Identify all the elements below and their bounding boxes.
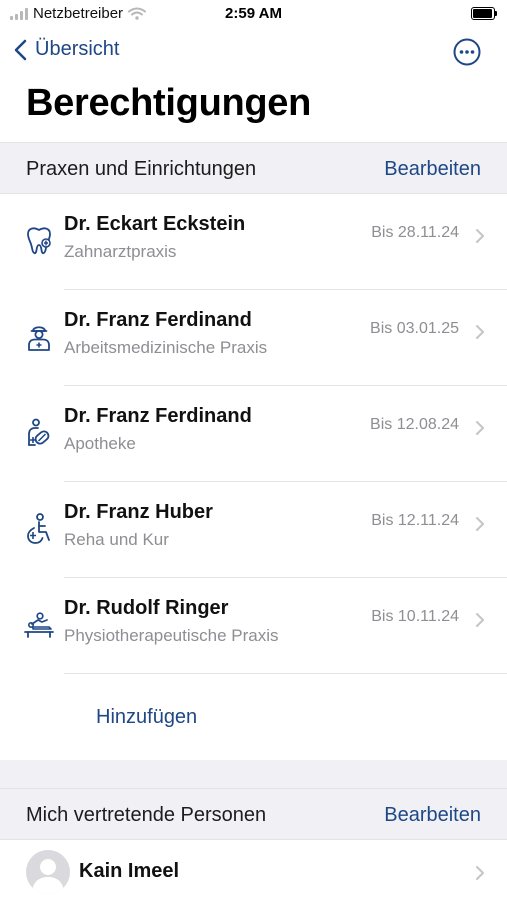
practice-name: Dr. Rudolf Ringer (64, 597, 229, 619)
practices-section-header: Praxen und Einrichtungen Bearbeiten (0, 142, 507, 194)
physiotherapy-icon (24, 612, 54, 638)
chevron-left-icon (14, 39, 27, 60)
occupational-doctor-icon (28, 326, 50, 351)
chevron-right-icon (476, 517, 484, 531)
add-practice-button[interactable]: Hinzufügen (96, 706, 197, 729)
practice-row[interactable]: Dr. Franz Ferdinand Apotheke Bis 12.08.2… (0, 386, 507, 482)
chevron-right-icon (476, 229, 484, 243)
chevron-right-icon (476, 325, 484, 339)
chevron-right-icon (476, 866, 484, 880)
page-title: Berechtigungen (26, 82, 312, 124)
chevron-right-icon (476, 421, 484, 435)
person-name: Kain Imeel (79, 860, 180, 882)
person-placeholder-icon (32, 859, 64, 894)
practices-list: Dr. Eckart Eckstein Zahnarztpraxis Bis 2… (0, 194, 507, 674)
row-divider (64, 673, 507, 674)
back-button[interactable]: Übersicht (14, 38, 119, 61)
practice-name: Dr. Franz Huber (64, 501, 213, 523)
avatar (26, 850, 70, 894)
practice-row[interactable]: Dr. Rudolf Ringer Physiotherapeutische P… (0, 578, 507, 674)
status-time: 2:59 AM (225, 5, 282, 22)
practices-edit-button[interactable]: Bearbeiten (384, 158, 481, 181)
practice-type: Zahnarztpraxis (64, 242, 177, 261)
practice-valid-until: Bis 12.11.24 (371, 512, 459, 529)
practice-name: Dr. Eckart Eckstein (64, 213, 246, 235)
ellipsis-circle-icon[interactable] (453, 38, 481, 66)
practice-valid-until: Bis 12.08.24 (370, 416, 459, 433)
chevron-right-icon (476, 613, 484, 627)
back-label: Übersicht (35, 38, 120, 60)
battery-icon (471, 7, 497, 20)
person-row[interactable]: Kain Imeel (0, 840, 507, 900)
status-bar: Netzbetreiber 2:59 AM (0, 0, 507, 30)
practice-name: Dr. Franz Ferdinand (64, 405, 252, 427)
practice-row[interactable]: Dr. Eckart Eckstein Zahnarztpraxis Bis 2… (0, 194, 507, 290)
practice-row[interactable]: Dr. Franz Ferdinand Arbeitsmedizinische … (0, 290, 507, 386)
representatives-section-header: Mich vertretende Personen Bearbeiten (0, 788, 507, 840)
rehab-icon (27, 513, 50, 544)
tooth-icon (27, 227, 51, 255)
practice-type: Arbeitsmedizinische Praxis (64, 338, 268, 357)
practice-valid-until: Bis 10.11.24 (371, 608, 459, 625)
practice-type: Physiotherapeutische Praxis (64, 626, 279, 645)
practice-valid-until: Bis 28.11.24 (371, 224, 459, 241)
practice-name: Dr. Franz Ferdinand (64, 309, 252, 331)
practice-valid-until: Bis 03.01.25 (370, 320, 459, 337)
nav-bar: Übersicht (0, 30, 507, 76)
representatives-edit-button[interactable]: Bearbeiten (384, 804, 481, 827)
practice-row[interactable]: Dr. Franz Huber Reha und Kur Bis 12.11.2… (0, 482, 507, 578)
practices-section-title: Praxen und Einrichtungen (26, 158, 257, 180)
practice-type: Reha und Kur (64, 530, 169, 549)
pharmacy-icon (28, 418, 50, 446)
practice-type: Apotheke (64, 434, 136, 453)
representatives-section-title: Mich vertretende Personen (26, 804, 267, 826)
